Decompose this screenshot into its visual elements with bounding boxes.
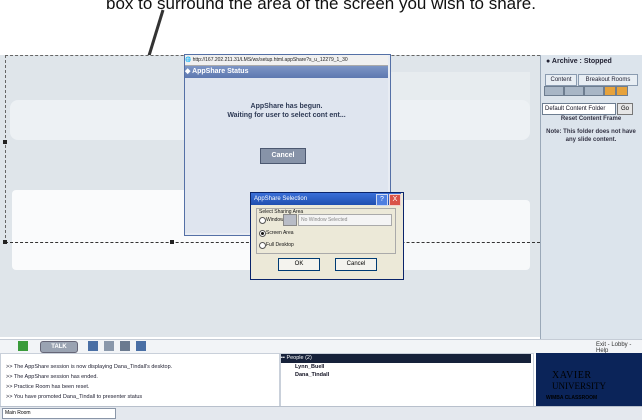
address-bar[interactable]: 🌐 http://167.202.211.31/LMS/ws/setup.htm… (185, 55, 388, 66)
selection-handle[interactable] (170, 240, 174, 244)
selection-handle[interactable] (3, 240, 7, 244)
logo-line-2: UNIVERSITY (552, 381, 606, 391)
browser-icon: 🌐 (185, 57, 193, 63)
folder-select[interactable]: Default Content Folder (542, 103, 616, 115)
url-text: http://167.202.211.31/LMS/ws/setup.html.… (192, 57, 348, 63)
selection-handle[interactable] (3, 140, 7, 144)
speaker-icon[interactable] (88, 341, 98, 351)
toolbar-button[interactable] (544, 86, 564, 96)
people-header: ▪▪ People (2) (281, 354, 531, 363)
chat-line: >> Practice Room has been reset. (6, 384, 90, 390)
window-field: No Window Selected (298, 214, 392, 226)
prev-button[interactable] (604, 86, 616, 96)
next-button[interactable] (616, 86, 628, 96)
option-full-desktop-label: Full Desktop (266, 242, 294, 248)
chat-line: >> The AppShare session has ended. (6, 374, 98, 380)
go-button[interactable]: Go (617, 103, 633, 115)
archive-status-text: Archive : Stopped (551, 58, 612, 65)
option-window-label: Window (266, 217, 284, 223)
volume-icon[interactable] (104, 341, 114, 351)
content-panel (540, 55, 642, 339)
archive-status: ● Archive : Stopped (546, 58, 612, 65)
status-line-1: AppShare has begun. (250, 103, 323, 110)
room-select[interactable]: Main Room (2, 408, 116, 419)
chat-line: >> You have promoted Dana_Tindall to pre… (6, 394, 143, 400)
status-title: AppShare Status (192, 68, 249, 75)
radio-full-desktop[interactable] (259, 242, 266, 249)
folder-note: Note: This folder does not have any slid… (546, 129, 636, 143)
people-row[interactable]: Lynn_Buell (295, 364, 324, 370)
close-icon[interactable]: X (389, 194, 401, 206)
logo-line-3: WIMBA CLASSROOM (546, 395, 598, 401)
talk-button[interactable]: TALK (40, 341, 78, 353)
tab-content[interactable]: Content (545, 74, 577, 86)
logo-line-1: XAVIER (552, 370, 592, 381)
window-picker-icon[interactable] (283, 214, 297, 226)
people-row[interactable]: Dana_Tindall (295, 372, 329, 378)
ok-button[interactable]: OK (278, 258, 320, 271)
radio-window[interactable] (259, 217, 266, 224)
tab-breakout-rooms[interactable]: Breakout Rooms (578, 74, 638, 86)
status-line-2: Waiting for user to select cont ent... (227, 112, 346, 119)
help-icon[interactable]: ? (376, 194, 388, 206)
camera-icon[interactable] (136, 341, 146, 351)
cancel-button[interactable]: Cancel (335, 258, 377, 271)
status-cancel-button[interactable]: Cancel (260, 148, 306, 164)
video-icon[interactable] (120, 341, 130, 351)
status-title-bar: ◆ AppShare Status (185, 66, 388, 78)
reset-content-frame[interactable]: Reset Content Frame (544, 116, 638, 122)
chat-line: >> The AppShare session is now displayin… (6, 364, 173, 370)
option-screen-area-label: Screen Area (266, 230, 294, 236)
signal-icon (18, 341, 28, 351)
status-message: AppShare has begun. Waiting for user to … (185, 102, 388, 120)
selection-border-left (5, 55, 6, 243)
people-header-text: People (2) (286, 355, 312, 361)
radio-screen-area[interactable] (259, 230, 266, 237)
toolbar-button[interactable] (564, 86, 584, 96)
toolbar-button[interactable] (584, 86, 604, 96)
